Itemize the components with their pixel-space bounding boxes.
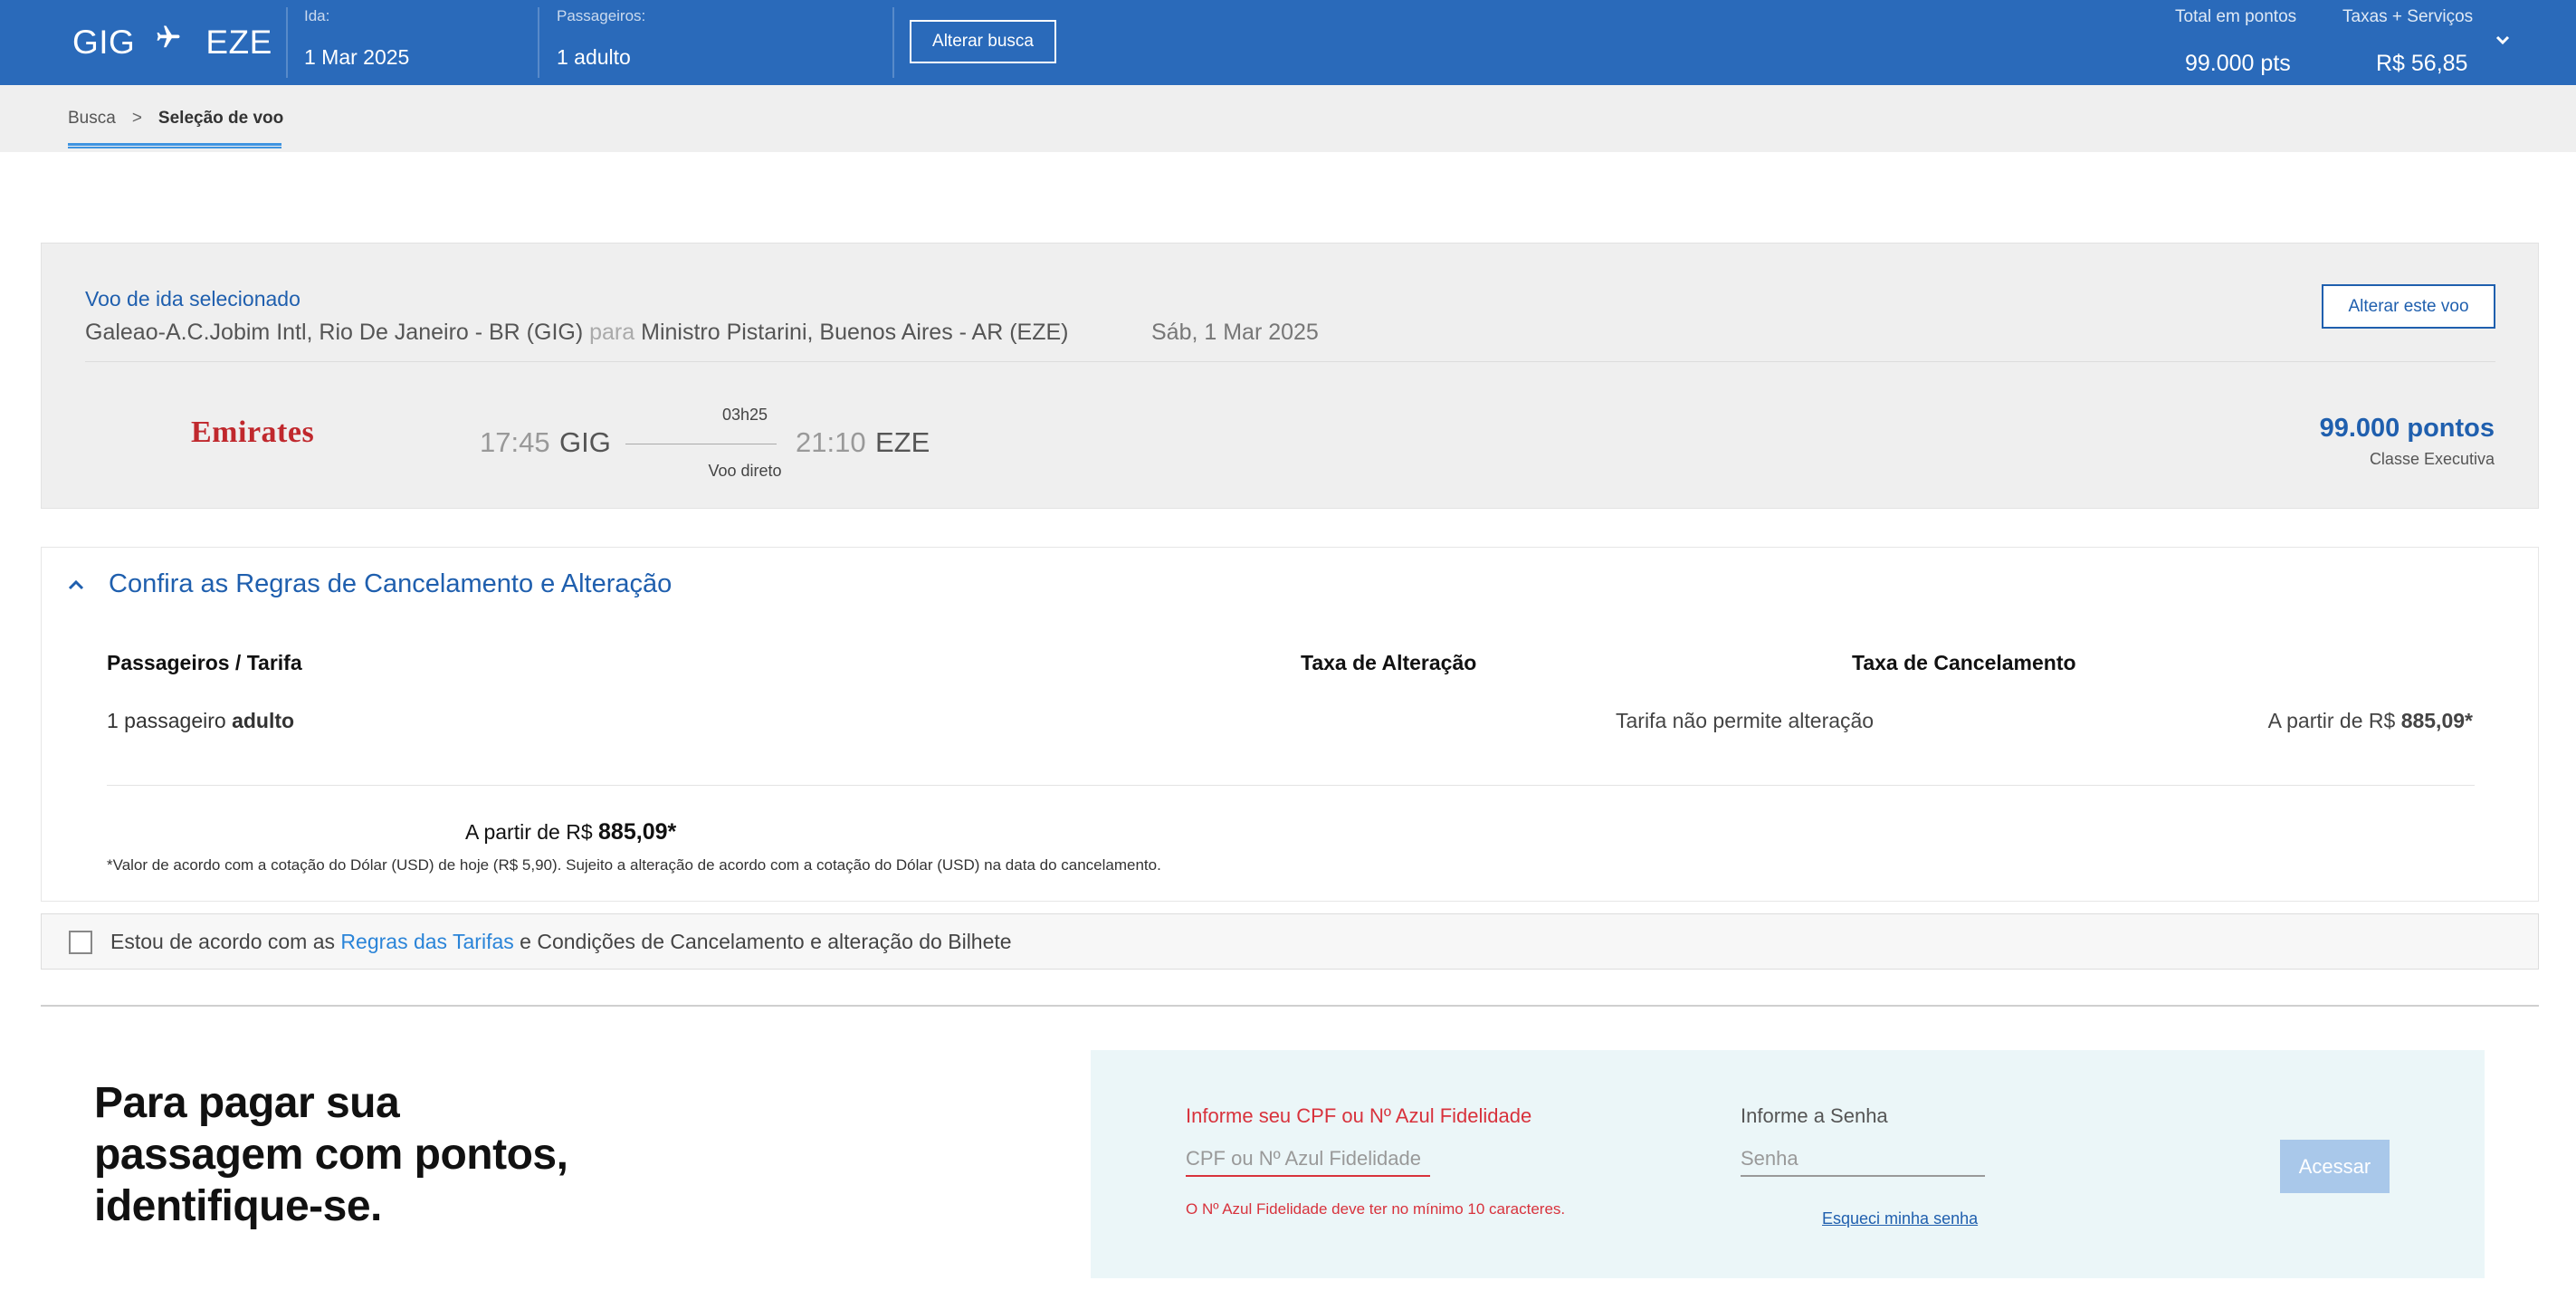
- cancel-fee-prefix: A partir de R$: [2267, 709, 2396, 732]
- rules-total: A partir de R$ 885,09*: [465, 819, 676, 846]
- ida-label: Ida:: [304, 7, 330, 24]
- fare-rules-link[interactable]: Regras das Tarifas: [340, 930, 513, 953]
- divider: [538, 7, 539, 78]
- col-header-passengers: Passageiros / Tarifa: [107, 651, 302, 674]
- destination-code: EZE: [205, 24, 272, 61]
- selected-flight-label: Voo de ida selecionado: [85, 287, 301, 311]
- breadcrumb-active-indicator: [68, 143, 281, 148]
- cpf-input[interactable]: [1186, 1142, 1430, 1177]
- chevron-down-icon[interactable]: [2492, 33, 2514, 49]
- flight-duration: 03h25: [721, 406, 768, 424]
- passengers-label: Passageiros:: [557, 7, 646, 24]
- passenger-count: 1 passageiro: [107, 709, 226, 732]
- breadcrumb-item-current: Seleção de voo: [157, 109, 284, 128]
- ida-value: 1 Mar 2025: [304, 45, 410, 69]
- divider: [107, 785, 2475, 786]
- col-header-cancel-fee: Taxa de Cancelamento: [1852, 651, 2076, 674]
- search-summary-bar: GIG EZE Ida: 1 Mar 2025 Passageiros: 1 a…: [0, 0, 2576, 85]
- route-connector: para: [589, 320, 635, 345]
- breadcrumb-item-busca[interactable]: Busca: [68, 109, 116, 129]
- login-panel: Informe seu CPF ou Nº Azul Fidelidade O …: [1091, 1050, 2485, 1278]
- flight-stops: Voo direto: [708, 462, 782, 480]
- departure-code: GIG: [559, 426, 611, 458]
- password-label: Informe a Senha: [1741, 1104, 1888, 1127]
- arrival-time: 21:10: [796, 426, 866, 458]
- rules-title[interactable]: Confira as Regras de Cancelamento e Alte…: [109, 569, 672, 599]
- taxes-label: Taxas + Serviços: [2342, 7, 2474, 26]
- plane-icon: [157, 25, 180, 48]
- taxes-value: R$ 56,85: [2376, 51, 2468, 76]
- cpf-label: Informe seu CPF ou Nº Azul Fidelidade: [1186, 1104, 1532, 1127]
- passengers-value: 1 adulto: [557, 45, 631, 69]
- total-value: 885,09*: [598, 819, 677, 845]
- alterar-busca-button[interactable]: Alterar busca: [910, 20, 1056, 63]
- passenger-type: adulto: [232, 709, 295, 732]
- cancel-fee-value: 885,09*: [2400, 709, 2473, 732]
- divider: [286, 7, 288, 78]
- flight-points: 99.000 pontos: [2319, 414, 2495, 443]
- route-summary: GIG EZE: [72, 22, 272, 63]
- cancel-fee-cell: A partir de R$ 885,09*: [2268, 709, 2473, 733]
- departure-time: 17:45: [480, 426, 550, 458]
- cancellation-rules-panel: Confira as Regras de Cancelamento e Alte…: [41, 547, 2539, 902]
- flight-route: Galeao-A.C.Jobim Intl, Rio De Janeiro - …: [85, 320, 1069, 346]
- col-header-change-fee: Taxa de Alteração: [1301, 651, 1477, 674]
- cabin-class: Classe Executiva: [2369, 450, 2495, 468]
- arrival-code: EZE: [875, 426, 930, 458]
- agreement-text: Estou de acordo com as Regras das Tarifa…: [110, 930, 1012, 954]
- login-heading: Para pagar sua passagem com pontos, iden…: [94, 1079, 568, 1230]
- currency-note: *Valor de acordo com a cotação do Dólar …: [107, 856, 1161, 874]
- alterar-voo-button[interactable]: Alterar este voo: [2322, 284, 2495, 329]
- breadcrumb-bar: Busca > Seleção de voo: [0, 85, 2576, 152]
- flight-date: Sáb, 1 Mar 2025: [1151, 320, 1319, 345]
- agreement-text-before: Estou de acordo com as: [110, 930, 336, 953]
- breadcrumb: Busca > Seleção de voo: [68, 109, 283, 129]
- origin-airport: Galeao-A.C.Jobim Intl, Rio De Janeiro - …: [85, 320, 584, 345]
- selected-flight-card: Voo de ida selecionado Galeao-A.C.Jobim …: [41, 243, 2539, 509]
- total-points-label: Total em pontos: [2175, 7, 2297, 26]
- agreement-text-after: e Condições de Cancelamento e alteração …: [520, 930, 1012, 953]
- acessar-button[interactable]: Acessar: [2280, 1140, 2390, 1193]
- agreement-bar: Estou de acordo com as Regras das Tarifa…: [41, 913, 2539, 970]
- chevron-up-icon[interactable]: [67, 578, 85, 591]
- breadcrumb-separator: >: [131, 109, 142, 128]
- total-prefix: A partir de R$: [465, 820, 593, 844]
- cpf-error-message: O Nº Azul Fidelidade deve ter no mínimo …: [1186, 1200, 1566, 1218]
- origin-code: GIG: [72, 24, 136, 61]
- total-points-value: 99.000 pts: [2185, 51, 2291, 76]
- airline-logo: Emirates: [191, 416, 315, 449]
- passenger-fare-cell: 1 passageiro adulto: [107, 709, 294, 733]
- divider: [892, 7, 894, 78]
- change-fee-cell: Tarifa não permite alteração: [1616, 709, 1875, 732]
- password-input[interactable]: [1741, 1142, 1985, 1177]
- forgot-password-link[interactable]: Esqueci minha senha: [1822, 1209, 1978, 1228]
- divider: [85, 361, 2495, 362]
- section-divider: [41, 1005, 2539, 1007]
- agreement-checkbox[interactable]: [69, 931, 92, 954]
- destination-airport: Ministro Pistarini, Buenos Aires - AR (E…: [641, 320, 1069, 345]
